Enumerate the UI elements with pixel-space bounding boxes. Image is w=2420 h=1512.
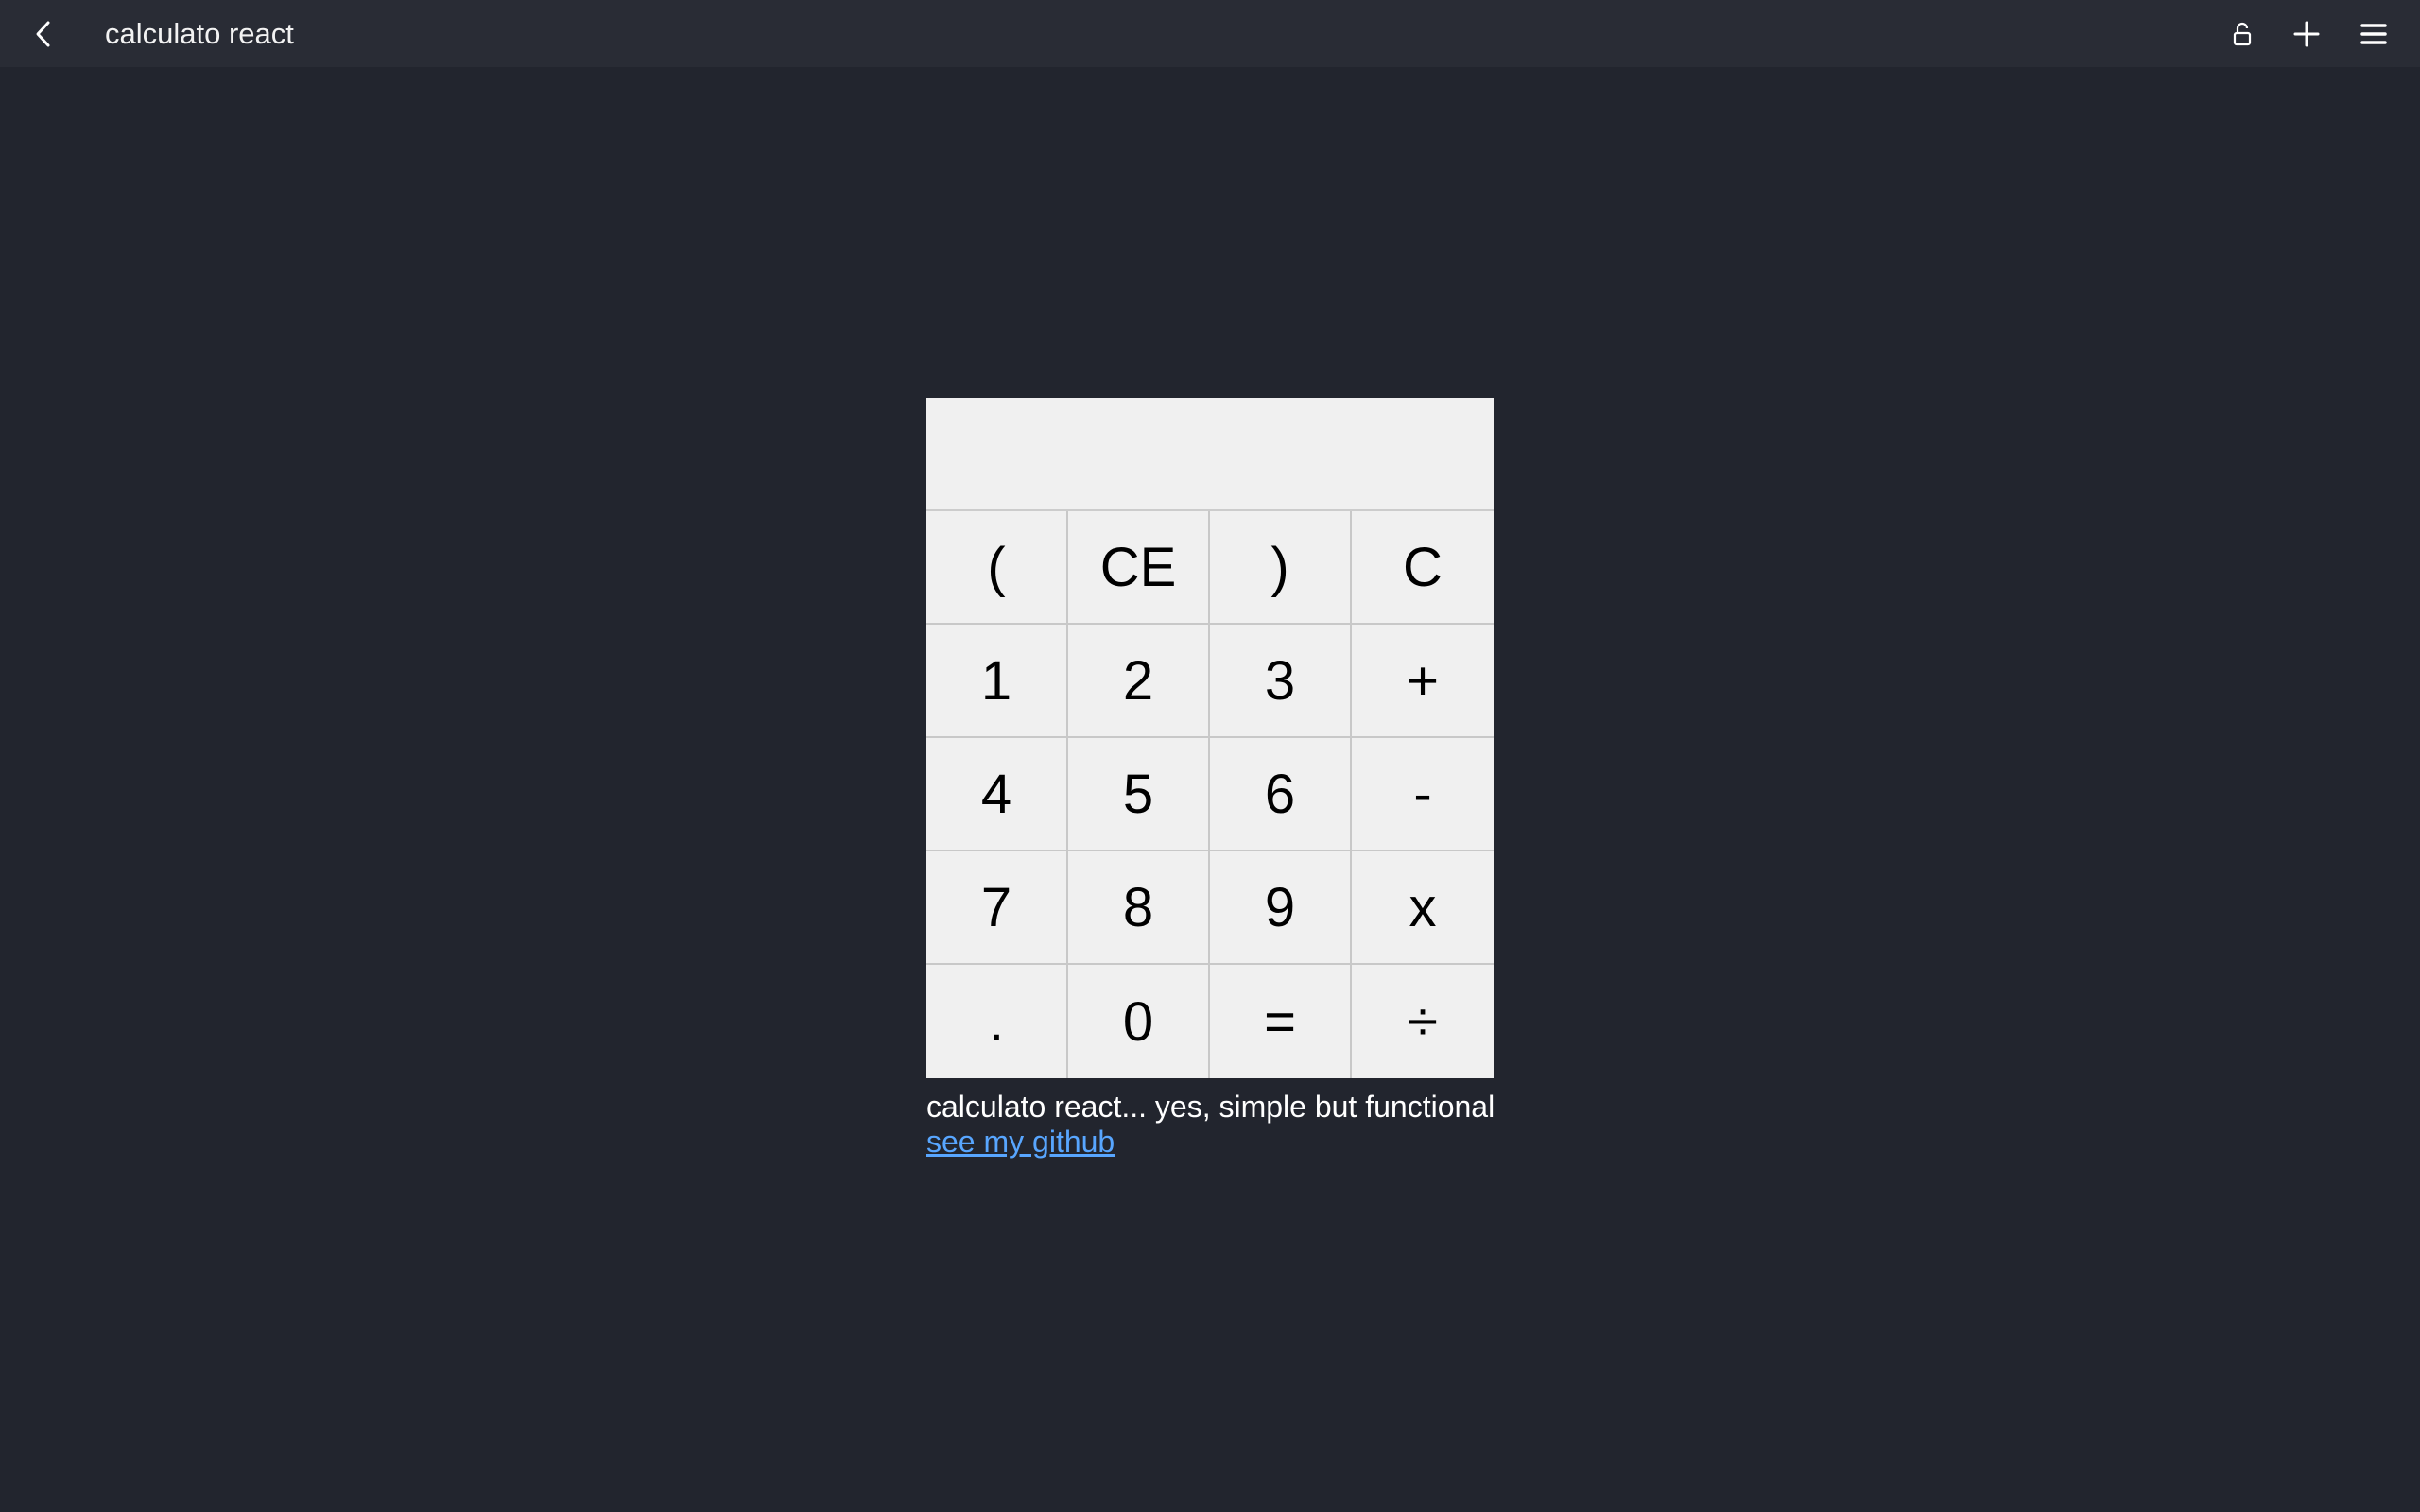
- key-2[interactable]: 2: [1068, 625, 1210, 738]
- add-tab-button[interactable]: [2286, 13, 2327, 55]
- key-7[interactable]: 7: [926, 851, 1068, 965]
- key-equals[interactable]: =: [1210, 965, 1352, 1078]
- lock-button[interactable]: [2221, 13, 2263, 55]
- hamburger-menu-icon: [2360, 24, 2387, 44]
- key-minus[interactable]: -: [1352, 738, 1494, 851]
- key-8[interactable]: 8: [1068, 851, 1210, 965]
- key-3[interactable]: 3: [1210, 625, 1352, 738]
- key-open-paren[interactable]: (: [926, 511, 1068, 625]
- back-button[interactable]: [23, 13, 64, 55]
- page-title: calculato react: [105, 17, 294, 50]
- key-multiply[interactable]: x: [1352, 851, 1494, 965]
- key-close-paren[interactable]: ): [1210, 511, 1352, 625]
- key-5[interactable]: 5: [1068, 738, 1210, 851]
- github-link[interactable]: see my github: [926, 1124, 1115, 1160]
- plus-icon: [2293, 21, 2320, 47]
- key-6[interactable]: 6: [1210, 738, 1352, 851]
- keypad: ( CE ) C 1 2 3 + 4 5 6 - 7 8 9 x . 0 = ÷: [926, 511, 1494, 1078]
- unlock-icon: [2233, 22, 2252, 46]
- menu-button[interactable]: [2353, 13, 2394, 55]
- key-4[interactable]: 4: [926, 738, 1068, 851]
- top-bar: calculato react: [0, 0, 2420, 67]
- key-1[interactable]: 1: [926, 625, 1068, 738]
- key-0[interactable]: 0: [1068, 965, 1210, 1078]
- chevron-left-icon: [36, 21, 50, 47]
- calculator-display: [926, 398, 1494, 511]
- calculator: ( CE ) C 1 2 3 + 4 5 6 - 7 8 9 x . 0 = ÷: [926, 398, 1494, 1078]
- key-9[interactable]: 9: [1210, 851, 1352, 965]
- key-plus[interactable]: +: [1352, 625, 1494, 738]
- key-decimal[interactable]: .: [926, 965, 1068, 1078]
- app-description: calculato react... yes, simple but funct…: [926, 1090, 1495, 1124]
- key-divide[interactable]: ÷: [1352, 965, 1494, 1078]
- key-clear-entry[interactable]: CE: [1068, 511, 1210, 625]
- key-clear[interactable]: C: [1352, 511, 1494, 625]
